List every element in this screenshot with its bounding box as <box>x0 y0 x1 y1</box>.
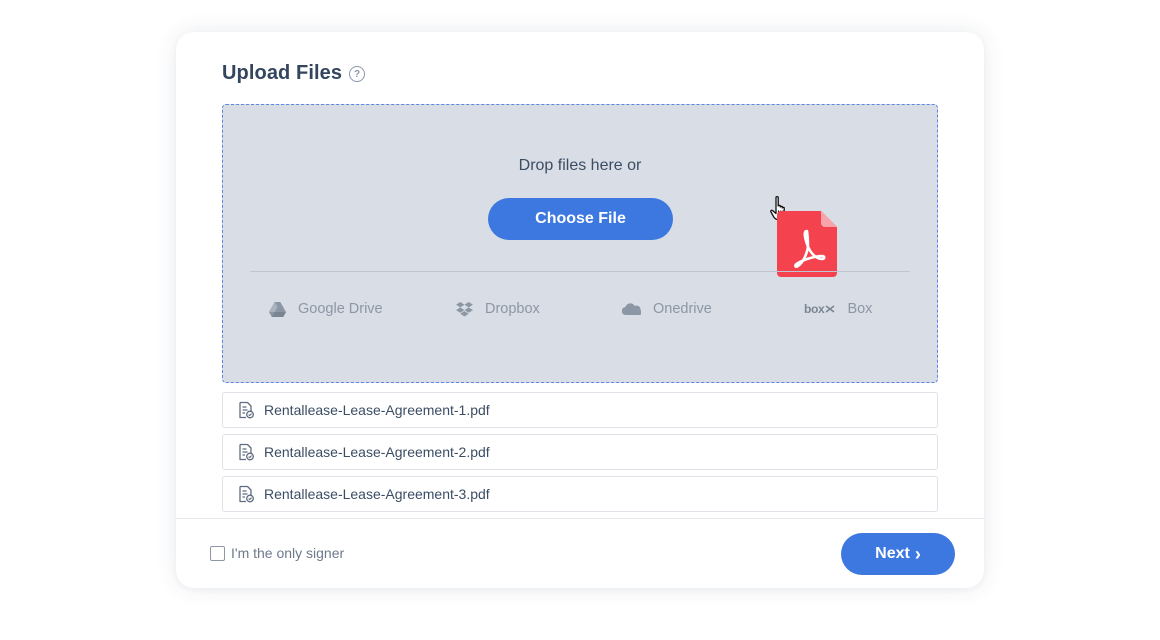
file-dropzone[interactable]: Drop files here or Choose File Google Dr… <box>222 104 938 383</box>
chevron-right-icon: › <box>914 544 921 564</box>
document-icon <box>239 485 254 503</box>
file-row[interactable]: Rentallease-Lease-Agreement-1.pdf <box>222 392 938 428</box>
drop-prompt: Drop files here or <box>518 157 642 174</box>
source-label: Box <box>847 301 873 317</box>
dropbox-icon <box>456 301 473 316</box>
only-signer-label: I'm the only signer <box>231 545 345 561</box>
footer-divider <box>176 518 984 519</box>
document-icon <box>239 443 254 461</box>
next-label: Next <box>875 545 910 562</box>
file-name: Rentallease-Lease-Agreement-1.pdf <box>264 402 490 418</box>
next-button[interactable]: Next › <box>841 533 955 575</box>
google-drive-icon <box>269 301 286 317</box>
pdf-file-icon <box>777 211 837 277</box>
source-label: Google Drive <box>298 301 383 317</box>
file-name: Rentallease-Lease-Agreement-3.pdf <box>264 486 490 502</box>
page-title: Upload Files <box>222 62 343 84</box>
source-box[interactable]: box Box <box>804 301 872 317</box>
source-onedrive[interactable]: Onedrive <box>622 301 712 317</box>
question-circle-icon[interactable]: ? <box>349 66 366 82</box>
only-signer-checkbox[interactable] <box>210 545 225 561</box>
source-dropbox[interactable]: Dropbox <box>456 301 540 317</box>
upload-card: Upload Files ? Drop files here or Choose… <box>176 32 984 588</box>
choose-file-button[interactable]: Choose File <box>488 198 673 240</box>
source-google-drive[interactable]: Google Drive <box>269 301 383 317</box>
source-label: Onedrive <box>653 301 712 317</box>
only-signer-option[interactable]: I'm the only signer <box>210 545 344 561</box>
document-icon <box>239 401 254 419</box>
onedrive-icon <box>622 303 641 315</box>
box-logo-icon: box <box>804 302 835 316</box>
file-row[interactable]: Rentallease-Lease-Agreement-2.pdf <box>222 434 938 470</box>
file-row[interactable]: Rentallease-Lease-Agreement-3.pdf <box>222 476 938 512</box>
title-row: Upload Files ? <box>222 62 366 85</box>
source-label: Dropbox <box>485 301 540 317</box>
divider <box>250 271 910 272</box>
file-name: Rentallease-Lease-Agreement-2.pdf <box>264 444 490 460</box>
